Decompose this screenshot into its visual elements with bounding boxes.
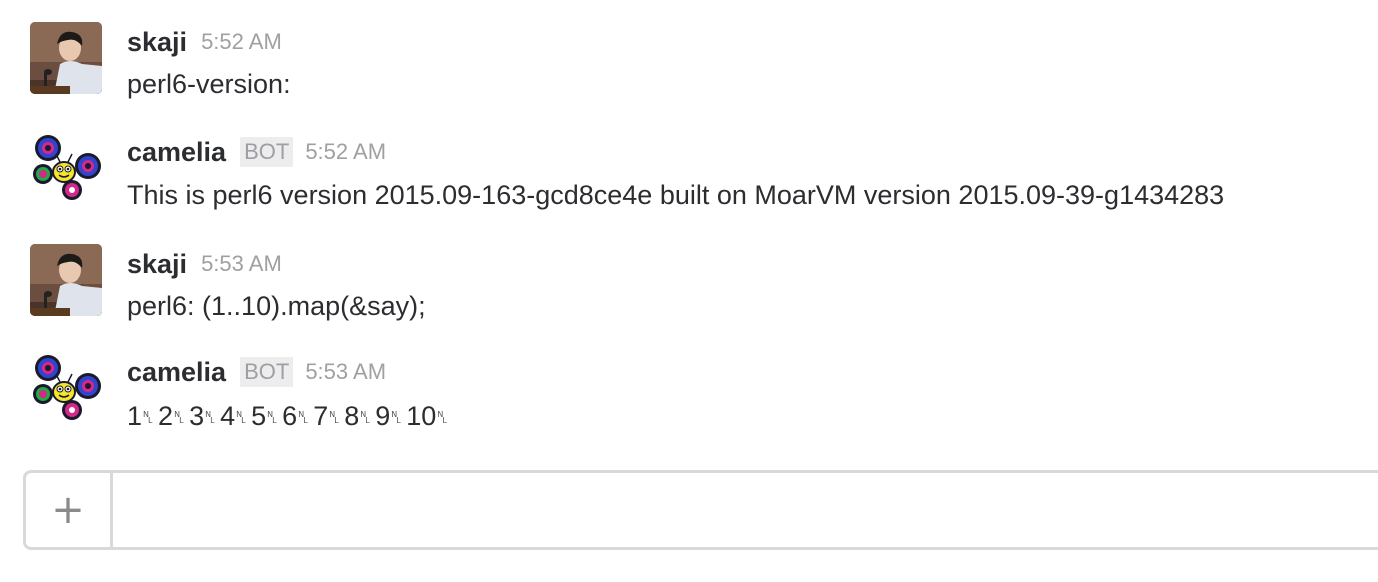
newline-symbol-icon: NL	[143, 410, 153, 425]
output-number: 8	[344, 401, 360, 431]
output-number: 10	[406, 401, 437, 431]
message-text: perl6: (1..10).map(&say);	[127, 291, 426, 321]
output-number: 4	[220, 401, 236, 431]
output-number: 7	[313, 401, 329, 431]
author-name[interactable]: skaji	[127, 27, 187, 58]
avatar[interactable]	[30, 244, 102, 316]
output-value: 7NL	[313, 398, 344, 434]
user-photo-icon	[30, 22, 102, 94]
newline-symbol-icon: NL	[360, 410, 370, 425]
message-input[interactable]	[116, 473, 1378, 549]
message-output: 1 N L 2 N L 3 N L 4 N L 5 N L 6 N L 7 N L 8 N L 9 N L 10 N L	[127, 398, 452, 434]
message-item: skaji 5:52 AM perl6-version:	[0, 22, 1378, 122]
output-value: 4NL	[220, 398, 251, 434]
message-item: camelia BOT 5:53 AM 1NL2NL3NL4NL5NL6NL7N…	[0, 352, 1378, 452]
avatar[interactable]	[30, 352, 102, 424]
bot-badge: BOT	[240, 357, 294, 387]
timestamp[interactable]: 5:52 AM	[305, 139, 386, 165]
timestamp[interactable]: 5:53 AM	[305, 359, 386, 385]
output-number: 1	[127, 401, 143, 431]
timestamp[interactable]: 5:53 AM	[201, 251, 282, 277]
output-value: 10 N L	[406, 398, 452, 434]
output-number: 3	[189, 401, 205, 431]
output-value: 3NL	[189, 398, 220, 434]
newline-symbol-icon: NL	[329, 410, 339, 425]
add-attachment-button[interactable]: +	[26, 473, 113, 547]
butterfly-icon	[30, 132, 102, 204]
newline-symbol-icon: NL	[298, 410, 308, 425]
output-number: 5	[251, 401, 267, 431]
output-value: 5NL	[251, 398, 282, 434]
author-name[interactable]: skaji	[127, 249, 187, 280]
plus-icon: +	[51, 487, 85, 533]
newline-symbol-icon: NL	[174, 410, 184, 425]
author-name[interactable]: camelia	[127, 357, 226, 388]
message-item: skaji 5:53 AM perl6: (1..10).map(&say);	[0, 244, 1378, 344]
message-text: This is perl6 version 2015.09-163-gcd8ce…	[127, 180, 1225, 210]
newline-symbol-icon: NL	[267, 410, 277, 425]
output-number: 2	[158, 401, 174, 431]
newline-symbol-icon: NL	[437, 410, 447, 425]
newline-symbol-icon: NL	[205, 410, 215, 425]
butterfly-icon	[30, 352, 102, 424]
timestamp[interactable]: 5:52 AM	[201, 29, 282, 55]
output-value: 1NL	[127, 398, 158, 434]
message-item: camelia BOT 5:52 AM This is perl6 versio…	[0, 132, 1378, 232]
output-value: 2NL	[158, 398, 189, 434]
message-composer: +	[23, 470, 1378, 550]
avatar[interactable]	[30, 132, 102, 204]
output-number: 9	[375, 401, 391, 431]
newline-symbol-icon: NL	[236, 410, 246, 425]
message-text: perl6-version:	[127, 69, 291, 99]
avatar[interactable]	[30, 22, 102, 94]
output-value: 6NL	[282, 398, 313, 434]
user-photo-icon	[30, 244, 102, 316]
author-name[interactable]: camelia	[127, 137, 226, 168]
bot-badge: BOT	[240, 137, 294, 167]
output-number: 6	[282, 401, 298, 431]
output-value: 9NL	[375, 398, 406, 434]
newline-symbol-icon: NL	[391, 410, 401, 425]
output-value: 8NL	[344, 398, 375, 434]
